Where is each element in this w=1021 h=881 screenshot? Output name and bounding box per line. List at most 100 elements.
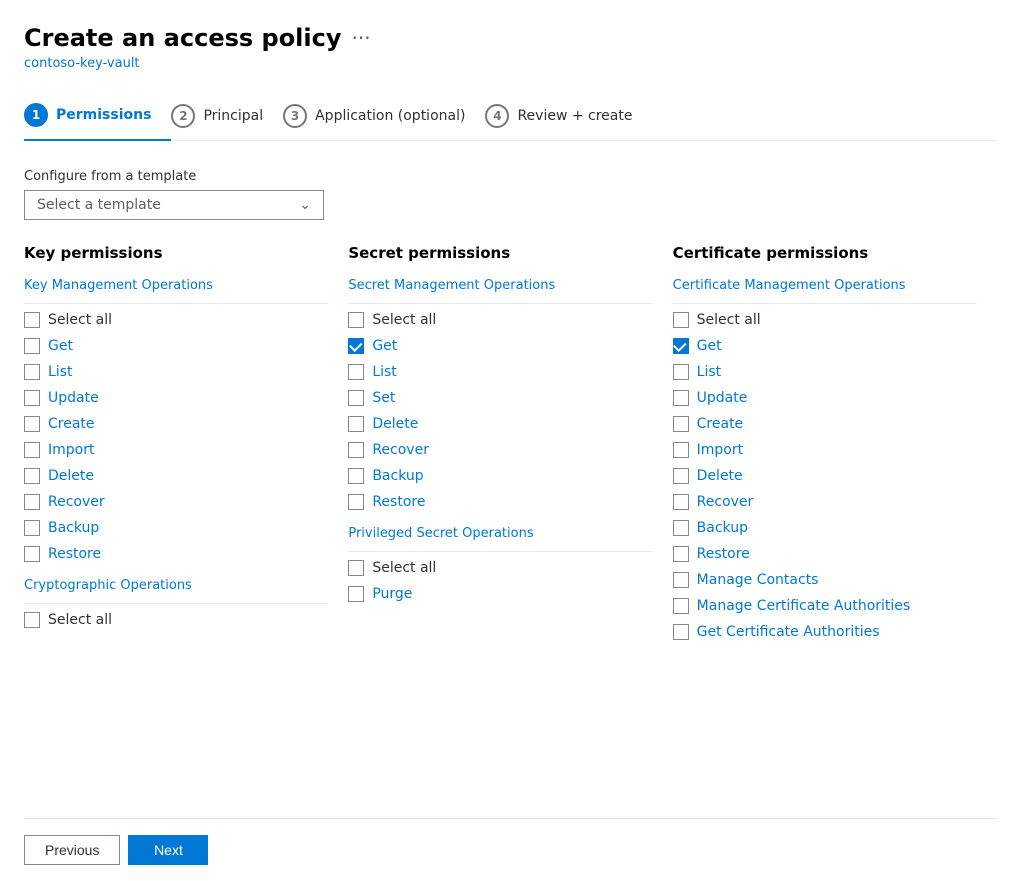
page-header: Create an access policy ··· [24,24,997,52]
checkbox-cm-select-all[interactable] [673,312,689,328]
checkbox-item-sm-select-all[interactable]: Select all [348,312,652,328]
checkbox-item-cr-select-all[interactable]: Select all [24,612,328,628]
checkbox-item-sm-backup[interactable]: Backup [348,468,652,484]
checkbox-km-select-all[interactable] [24,312,40,328]
checkbox-sm-select-all[interactable] [348,312,364,328]
checkbox-cm-recover[interactable] [673,494,689,510]
checkbox-item-km-delete[interactable]: Delete [24,468,328,484]
step-number: 1 [24,103,48,127]
checkbox-item-cm-create[interactable]: Create [673,416,977,432]
checkbox-label-ps-select-all: Select all [372,560,436,576]
checkbox-item-sm-restore[interactable]: Restore [348,494,652,510]
checkbox-label-km-backup: Backup [48,520,99,536]
checkbox-sm-delete[interactable] [348,416,364,432]
checkbox-label-cm-update: Update [697,390,748,406]
wizard-step-review--create[interactable]: 4Review + create [485,92,652,140]
permissions-column: Key permissionsKey Management Operations… [24,244,348,810]
checkbox-item-km-recover[interactable]: Recover [24,494,328,510]
checkbox-label-ps-purge: Purge [372,586,412,602]
checkbox-item-cm-import[interactable]: Import [673,442,977,458]
column-header: Secret permissions [348,244,652,262]
checkbox-cm-list[interactable] [673,364,689,380]
checkbox-item-ps-purge[interactable]: Purge [348,586,652,602]
checkbox-item-km-update[interactable]: Update [24,390,328,406]
checkbox-km-update[interactable] [24,390,40,406]
checkbox-item-cm-manage-contacts[interactable]: Manage Contacts [673,572,977,588]
checkbox-item-km-import[interactable]: Import [24,442,328,458]
wizard-step-principal[interactable]: 2Principal [171,92,283,140]
vault-link[interactable]: contoso-key-vault [24,56,997,71]
previous-button[interactable]: Previous [24,835,120,865]
checkbox-km-list[interactable] [24,364,40,380]
checkbox-cm-import[interactable] [673,442,689,458]
checkbox-label-cm-restore: Restore [697,546,750,562]
permissions-container: Key permissionsKey Management Operations… [24,244,997,810]
checkbox-item-cm-update[interactable]: Update [673,390,977,406]
checkbox-label-cm-recover: Recover [697,494,754,510]
checkbox-label-cm-get-ca: Get Certificate Authorities [697,624,880,640]
checkbox-item-km-list[interactable]: List [24,364,328,380]
checkbox-item-sm-delete[interactable]: Delete [348,416,652,432]
checkbox-km-delete[interactable] [24,468,40,484]
checkbox-item-ps-select-all[interactable]: Select all [348,560,652,576]
checkbox-item-km-create[interactable]: Create [24,416,328,432]
checkbox-item-cm-delete[interactable]: Delete [673,468,977,484]
checkbox-sm-restore[interactable] [348,494,364,510]
checkbox-sm-get[interactable] [348,338,364,354]
checkbox-item-km-backup[interactable]: Backup [24,520,328,536]
checkbox-label-km-get: Get [48,338,73,354]
checkbox-km-create[interactable] [24,416,40,432]
checkbox-cr-select-all[interactable] [24,612,40,628]
checkbox-cm-update[interactable] [673,390,689,406]
checkbox-cm-delete[interactable] [673,468,689,484]
checkbox-item-km-select-all[interactable]: Select all [24,312,328,328]
checkbox-item-km-restore[interactable]: Restore [24,546,328,562]
section-divider [348,551,652,552]
checkbox-ps-purge[interactable] [348,586,364,602]
checkbox-cm-get-ca[interactable] [673,624,689,640]
step-number: 2 [171,104,195,128]
checkbox-label-km-select-all: Select all [48,312,112,328]
checkbox-cm-restore[interactable] [673,546,689,562]
checkbox-item-cm-manage-ca[interactable]: Manage Certificate Authorities [673,598,977,614]
wizard-step-application-optional[interactable]: 3Application (optional) [283,92,485,140]
checkbox-item-cm-select-all[interactable]: Select all [673,312,977,328]
checkbox-sm-list[interactable] [348,364,364,380]
checkbox-cm-manage-contacts[interactable] [673,572,689,588]
checkbox-cm-backup[interactable] [673,520,689,536]
checkbox-km-backup[interactable] [24,520,40,536]
more-options-icon[interactable]: ··· [352,26,371,50]
section-group: Key Management OperationsSelect allGetLi… [24,278,328,562]
template-dropdown[interactable]: Select a template ⌄ [24,190,324,220]
checkbox-item-sm-get[interactable]: Get [348,338,652,354]
checkbox-label-sm-list: List [372,364,396,380]
checkbox-km-import[interactable] [24,442,40,458]
wizard-step-permissions[interactable]: 1Permissions [24,91,171,141]
checkbox-km-get[interactable] [24,338,40,354]
checkbox-item-cm-get[interactable]: Get [673,338,977,354]
checkbox-item-cm-backup[interactable]: Backup [673,520,977,536]
next-button[interactable]: Next [128,835,208,865]
checkbox-sm-backup[interactable] [348,468,364,484]
checkbox-cm-create[interactable] [673,416,689,432]
checkbox-item-sm-list[interactable]: List [348,364,652,380]
checkbox-item-cm-list[interactable]: List [673,364,977,380]
checkbox-label-sm-set: Set [372,390,395,406]
checkbox-sm-set[interactable] [348,390,364,406]
checkbox-cm-get[interactable] [673,338,689,354]
checkbox-sm-recover[interactable] [348,442,364,458]
checkbox-item-cm-get-ca[interactable]: Get Certificate Authorities [673,624,977,640]
checkbox-km-restore[interactable] [24,546,40,562]
checkbox-label-cm-manage-contacts: Manage Contacts [697,572,819,588]
checkbox-label-sm-get: Get [372,338,397,354]
checkbox-item-km-get[interactable]: Get [24,338,328,354]
checkbox-km-recover[interactable] [24,494,40,510]
checkbox-label-km-recover: Recover [48,494,105,510]
checkbox-item-sm-recover[interactable]: Recover [348,442,652,458]
checkbox-cm-manage-ca[interactable] [673,598,689,614]
template-placeholder: Select a template [37,197,161,213]
checkbox-ps-select-all[interactable] [348,560,364,576]
checkbox-item-cm-restore[interactable]: Restore [673,546,977,562]
checkbox-item-cm-recover[interactable]: Recover [673,494,977,510]
checkbox-item-sm-set[interactable]: Set [348,390,652,406]
